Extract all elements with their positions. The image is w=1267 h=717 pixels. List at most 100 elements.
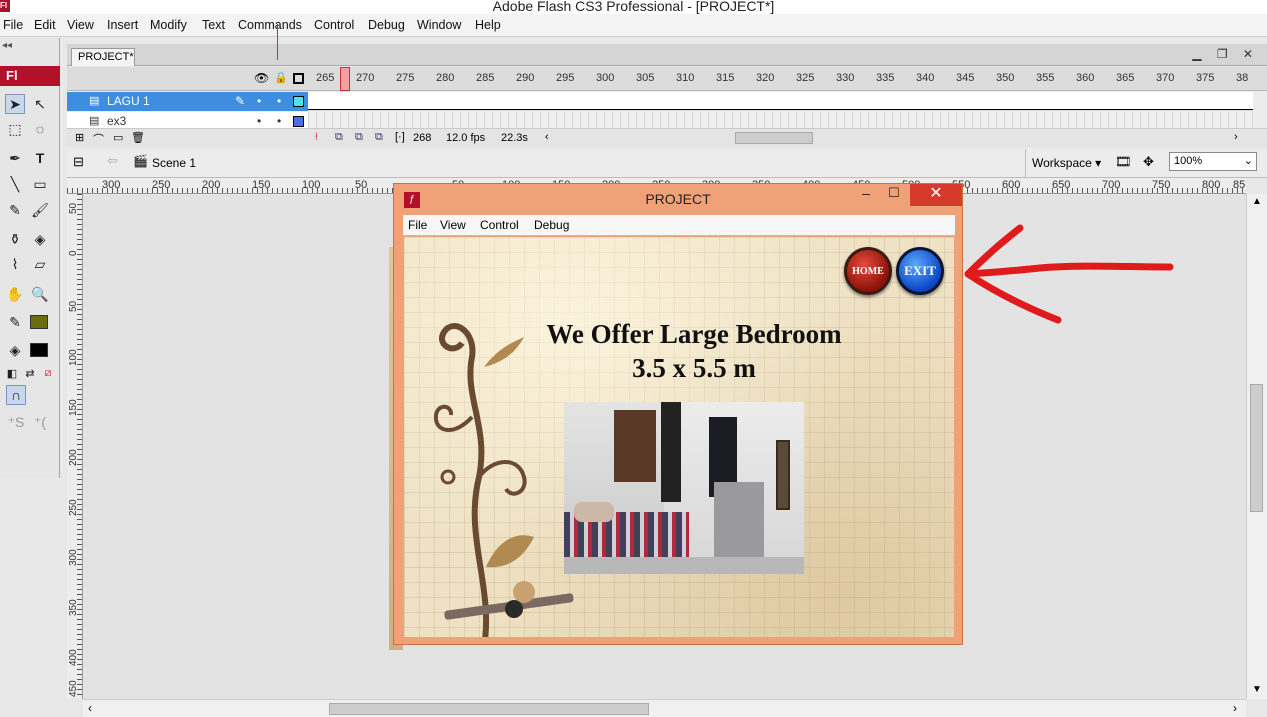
- scroll-right-icon[interactable]: ›: [1234, 131, 1238, 143]
- add-guide-icon[interactable]: ⌒: [93, 131, 104, 147]
- free-transform-tool-icon[interactable]: ⬚: [5, 119, 25, 139]
- timeline-status-bar: ⊞ ⌒ ▭ 🗑 ⍿ ⧉ ⧉ ⧉ [·] 268 12.0 fps 22.3s ‹…: [67, 128, 1267, 147]
- scroll-left-icon[interactable]: ‹: [545, 131, 549, 143]
- timeline-scrollbar-thumb[interactable]: [735, 132, 813, 144]
- collapse-icon[interactable]: ◂◂: [2, 40, 12, 51]
- workspace-menu[interactable]: Workspace ▾: [1032, 156, 1101, 170]
- player-menubar: File View Control Debug: [403, 215, 955, 236]
- app-titlebar: Adobe Flash CS3 Professional - [PROJECT*…: [0, 0, 1267, 14]
- timeline-toggle-icon[interactable]: ⊟: [73, 154, 84, 170]
- horizontal-scrollbar[interactable]: ‹ ›: [83, 699, 1246, 717]
- menu-commands[interactable]: Commands: [238, 18, 302, 32]
- center-frame-icon[interactable]: ⍿: [315, 131, 318, 144]
- scroll-up-icon[interactable]: ▲: [1252, 196, 1262, 207]
- timeline-panel: 👁 🔒 265 270 275 280 285 290 295 300 305 …: [67, 67, 1267, 147]
- document-window-controls[interactable]: ▁ ❐ ✕: [1192, 47, 1259, 61]
- zoom-select[interactable]: 100% ⌄: [1169, 152, 1257, 171]
- frame-number: 375: [1196, 72, 1215, 84]
- folder-icon[interactable]: ▭: [113, 131, 123, 144]
- smooth-icon[interactable]: ⁺S: [6, 412, 26, 432]
- vertical-scrollbar-thumb[interactable]: [1250, 384, 1263, 512]
- edit-multiple-icon[interactable]: ⧉: [375, 131, 383, 144]
- menu-view[interactable]: View: [67, 18, 94, 32]
- maximize-icon[interactable]: ☐: [884, 185, 904, 201]
- outline-color-swatch[interactable]: [293, 116, 304, 127]
- frame-number: 310: [676, 72, 695, 84]
- menu-control[interactable]: Control: [314, 18, 354, 32]
- layer-row[interactable]: ▤ LAGU 1 ✎ • •: [67, 92, 308, 111]
- trash-icon[interactable]: 🗑: [131, 131, 145, 144]
- tab-project[interactable]: PROJECT*: [71, 48, 135, 66]
- scroll-left-icon[interactable]: ‹: [88, 701, 92, 715]
- scene-name[interactable]: Scene 1: [152, 156, 196, 170]
- player-menu-view[interactable]: View: [440, 218, 466, 232]
- eraser-tool-icon[interactable]: ▱: [30, 254, 50, 274]
- brush-tool-icon[interactable]: 🖌: [30, 200, 50, 220]
- ruler-label: 100: [68, 349, 79, 366]
- menu-text[interactable]: Text: [202, 18, 225, 32]
- paint-bucket-tool-icon[interactable]: ◈: [30, 229, 50, 249]
- layer-name: LAGU 1: [107, 94, 150, 108]
- snap-magnet-icon[interactable]: ∩: [6, 385, 26, 405]
- eye-icon[interactable]: 👁: [254, 71, 269, 85]
- minimize-icon[interactable]: –: [856, 185, 876, 201]
- pen-tool-icon[interactable]: ✒: [5, 148, 25, 168]
- eyedropper-tool-icon[interactable]: ⌇: [5, 254, 25, 274]
- menu-help[interactable]: Help: [475, 18, 501, 32]
- frame-number: 295: [556, 72, 575, 84]
- frame-number: 360: [1076, 72, 1095, 84]
- outline-icon[interactable]: [293, 73, 304, 84]
- edit-scene-icon[interactable]: 🎞: [1115, 154, 1132, 170]
- player-menu-file[interactable]: File: [408, 218, 427, 232]
- layer-header: 👁 🔒: [67, 67, 308, 91]
- home-button[interactable]: HOME: [844, 247, 892, 295]
- onion-skin-icon[interactable]: ⧉: [335, 131, 343, 144]
- fill-color-swatch[interactable]: [30, 343, 48, 357]
- close-icon[interactable]: ✕: [910, 184, 962, 206]
- onion-markers-icon[interactable]: [·]: [395, 131, 405, 143]
- player-menu-control[interactable]: Control: [480, 218, 519, 232]
- scroll-down-icon[interactable]: ▼: [1252, 684, 1262, 695]
- lock-icon[interactable]: 🔒: [274, 71, 288, 84]
- menu-window[interactable]: Window: [417, 18, 461, 32]
- rectangle-tool-icon[interactable]: ▭: [30, 174, 50, 194]
- menu-debug[interactable]: Debug: [368, 18, 405, 32]
- text-tool-icon[interactable]: T: [30, 148, 50, 168]
- black-white-icon[interactable]: ◧: [2, 363, 22, 383]
- selection-tool-icon[interactable]: ➤: [5, 94, 25, 114]
- headline: We Offer Large Bedroom 3.5 x 5.5 m: [504, 317, 884, 385]
- horizontal-scrollbar-thumb[interactable]: [329, 703, 649, 715]
- vertical-ruler: 50 0 50 100 150 200 250 300 350 400 450: [67, 194, 83, 699]
- exit-button[interactable]: EXIT: [896, 247, 944, 295]
- ink-bottle-tool-icon[interactable]: ⚱: [5, 229, 25, 249]
- menu-edit[interactable]: Edit: [34, 18, 56, 32]
- straighten-icon[interactable]: ⁺(: [30, 412, 50, 432]
- stroke-color-swatch[interactable]: [30, 315, 48, 329]
- subselection-tool-icon[interactable]: ↖: [30, 94, 50, 114]
- menu-modify[interactable]: Modify: [150, 18, 187, 32]
- layer-frames[interactable]: [308, 92, 1253, 111]
- frame-ruler[interactable]: 265 270 275 280 285 290 295 300 305 310 …: [308, 67, 1267, 91]
- no-color-icon[interactable]: ⧄: [38, 363, 58, 383]
- playhead[interactable]: [340, 67, 350, 91]
- visibility-dot-icon[interactable]: •: [257, 92, 261, 111]
- lock-dot-icon[interactable]: •: [277, 92, 281, 111]
- line-tool-icon[interactable]: ╲: [5, 174, 25, 194]
- add-layer-icon[interactable]: ⊞: [75, 131, 84, 144]
- edit-symbols-icon[interactable]: ✥: [1143, 154, 1154, 170]
- lasso-tool-icon[interactable]: ◌: [30, 119, 50, 139]
- menu-insert[interactable]: Insert: [107, 18, 138, 32]
- swap-colors-icon[interactable]: ⇄: [20, 363, 40, 383]
- player-menu-debug[interactable]: Debug: [534, 218, 569, 232]
- app-title: Adobe Flash CS3 Professional - [PROJECT*…: [492, 0, 775, 14]
- menu-file[interactable]: File: [3, 18, 23, 32]
- back-arrow-icon[interactable]: ⇦: [107, 153, 118, 169]
- zoom-tool-icon[interactable]: 🔍: [30, 284, 50, 304]
- vertical-scrollbar[interactable]: ▲ ▼: [1246, 194, 1267, 699]
- scroll-right-icon[interactable]: ›: [1233, 701, 1237, 715]
- hand-tool-icon[interactable]: ✋: [5, 284, 25, 304]
- onion-outline-icon[interactable]: ⧉: [355, 131, 363, 144]
- outline-color-swatch[interactable]: [293, 96, 304, 107]
- ruler-label: 350: [68, 599, 79, 616]
- pencil-tool-icon[interactable]: ✎: [5, 200, 25, 220]
